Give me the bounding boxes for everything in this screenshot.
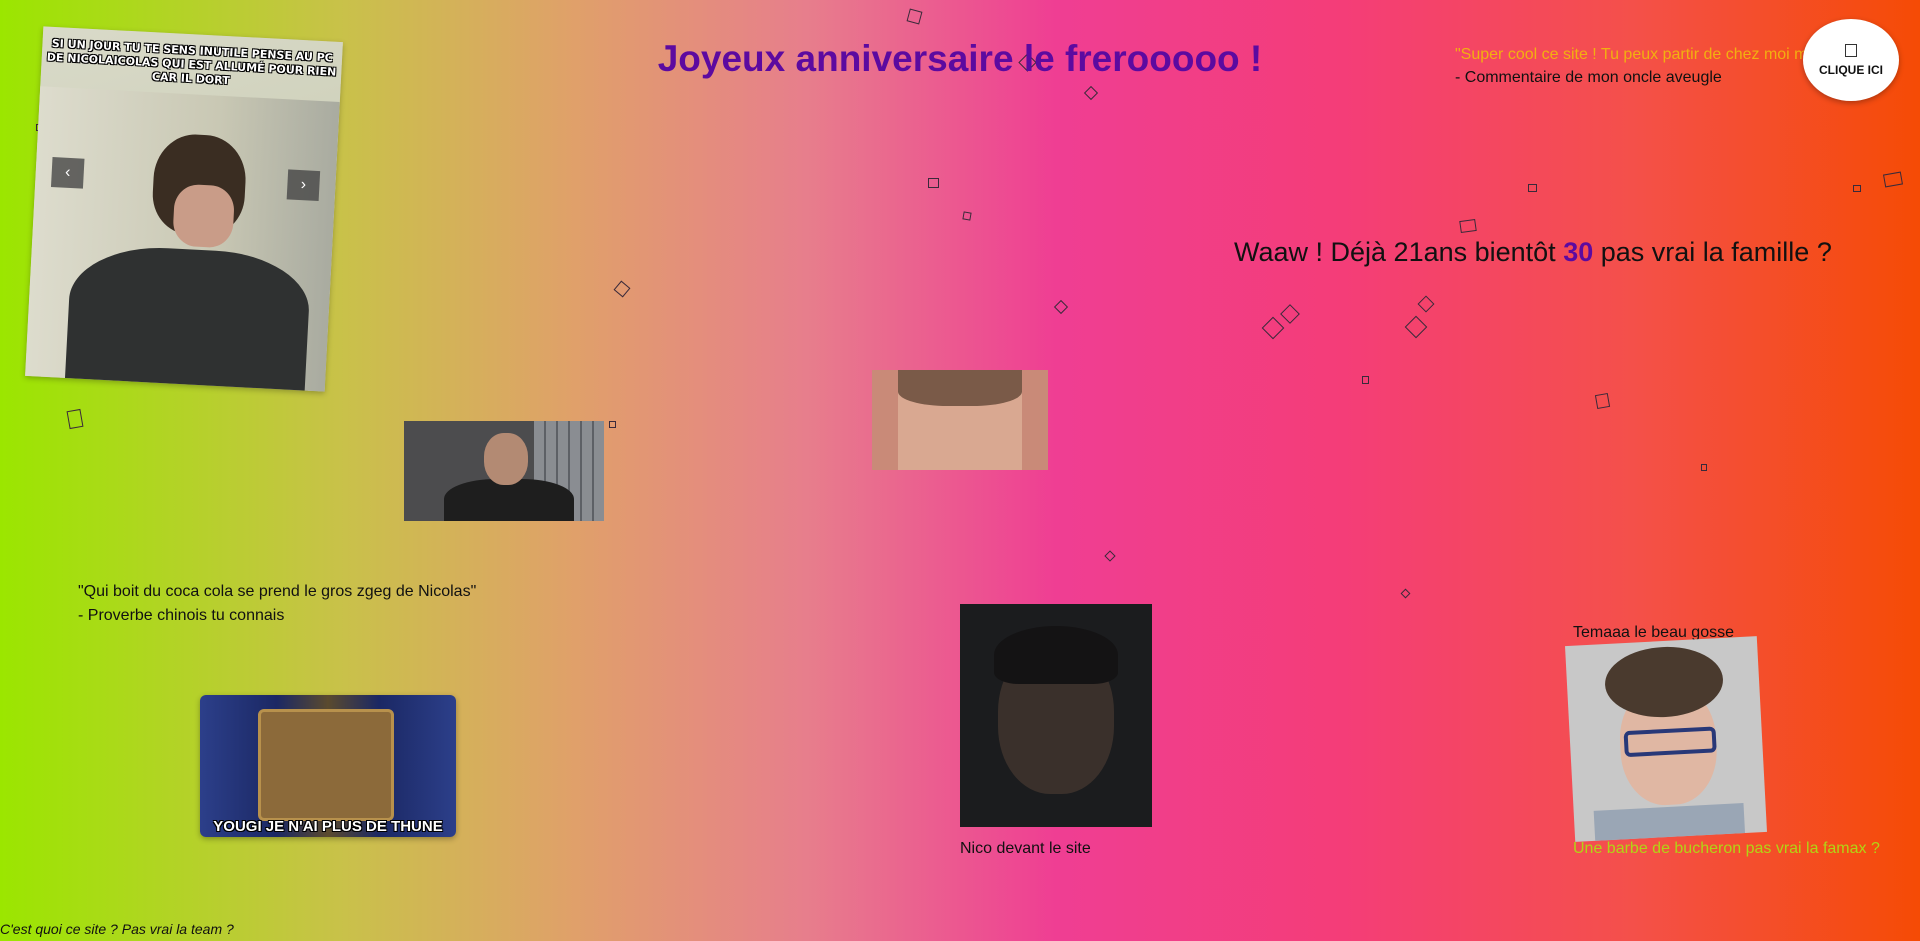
age-message: Waaw ! Déjà 21ans bientôt 30 pas vrai la…	[1234, 237, 1832, 268]
photo-glasses	[1623, 726, 1717, 758]
confetti-piece	[1417, 295, 1435, 313]
photo-background	[1022, 370, 1048, 470]
confetti-piece	[1362, 376, 1369, 384]
yougi-caption: YOUGI JE N'AI PLUS DE THUNE	[213, 818, 443, 835]
photo-body	[444, 479, 574, 521]
age-number: 30	[1563, 237, 1594, 267]
confetti-piece	[609, 421, 616, 428]
smiling-face-photo	[872, 370, 1048, 470]
bald-man-photo	[404, 421, 604, 521]
confetti-piece	[66, 408, 84, 430]
confetti-piece	[1400, 588, 1411, 599]
proverb-text: "Qui boit du coca cola se prend le gros …	[78, 583, 477, 600]
confetti-piece	[1261, 316, 1285, 340]
beard-caption: Une barbe de bucheron pas vrai la famax …	[1573, 840, 1880, 857]
meme-chest	[258, 709, 394, 821]
gift-icon	[1845, 43, 1857, 57]
photo-background	[872, 370, 898, 470]
yougi-meme-image: YOUGI JE N'AI PLUS DE THUNE	[200, 695, 456, 837]
confetti-piece	[1280, 304, 1300, 324]
click-here-label: CLIQUE ICI	[1818, 62, 1883, 77]
nico-photo	[960, 604, 1152, 827]
confetti-piece	[613, 280, 631, 298]
nico-caption: Nico devant le site	[960, 840, 1091, 857]
temaaa-photo	[1565, 636, 1767, 842]
confetti-piece	[962, 211, 972, 221]
footer-text: C'est quoi ce site ? Pas vrai la team ?	[0, 921, 234, 937]
confetti-piece	[1404, 315, 1428, 339]
carousel-meme-text: SI UN JOUR TU TE SENS INUTILE PENSE AU P…	[46, 36, 337, 88]
confetti-piece	[1083, 85, 1099, 101]
uncle-quote-author: - Commentaire de mon oncle aveugle	[1455, 69, 1722, 86]
proverb-author: - Proverbe chinois tu connais	[78, 607, 285, 624]
proverb-quote: "Qui boit du coca cola se prend le gros …	[78, 580, 476, 628]
photo-hair	[994, 626, 1118, 684]
carousel-person-body	[64, 243, 312, 392]
uncle-quote-text: "Super cool ce site ! Tu peux partir de …	[1455, 46, 1808, 63]
confetti-piece	[1459, 218, 1477, 234]
carousel-prev-button[interactable]: ‹	[50, 157, 85, 189]
age-message-suffix: pas vrai la famille ?	[1593, 237, 1832, 267]
confetti-piece	[1594, 392, 1611, 410]
confetti-piece	[1528, 184, 1537, 192]
uncle-quote: "Super cool ce site ! Tu peux partir de …	[1455, 43, 1815, 89]
confetti-piece	[1701, 464, 1707, 471]
click-here-button[interactable]: CLIQUE ICI	[1803, 19, 1899, 101]
photo-hair	[898, 370, 1022, 406]
confetti-piece	[928, 178, 939, 188]
chevron-left-icon: ‹	[64, 163, 71, 181]
carousel-next-button[interactable]: ›	[286, 169, 321, 202]
age-message-prefix: Waaw ! Déjà 21ans bientôt	[1234, 237, 1564, 267]
photo-shirt	[1593, 803, 1746, 842]
photo-head	[484, 433, 528, 485]
confetti-piece	[1883, 171, 1903, 188]
chevron-right-icon: ›	[300, 176, 307, 194]
confetti-piece	[1853, 185, 1861, 192]
confetti-piece	[1104, 550, 1116, 562]
carousel-person-face	[172, 183, 236, 249]
confetti-piece	[906, 8, 923, 25]
confetti-piece	[1053, 299, 1069, 315]
photo-carousel[interactable]: SI UN JOUR TU TE SENS INUTILE PENSE AU P…	[25, 26, 343, 392]
